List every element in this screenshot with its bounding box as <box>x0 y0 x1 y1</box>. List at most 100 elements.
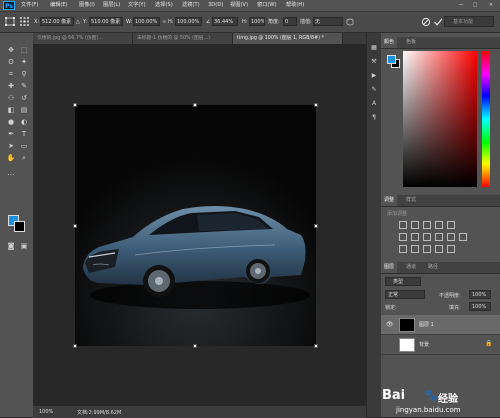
more-tools-icon[interactable]: … <box>5 168 17 178</box>
zoom-level[interactable]: 100% <box>39 409 53 415</box>
panel-foreground-swatch[interactable] <box>387 55 396 64</box>
transform-handle-right[interactable] <box>314 224 318 228</box>
transform-handle-top[interactable] <box>193 103 197 107</box>
menu-select[interactable]: 选择(S) <box>155 0 173 11</box>
warp-icon[interactable] <box>346 18 354 26</box>
threshold-icon[interactable] <box>423 245 431 253</box>
maximize-button[interactable]: □ <box>469 0 481 11</box>
gradient-tool-icon[interactable]: ▤ <box>18 105 30 115</box>
reference-point-icon[interactable] <box>20 17 29 26</box>
eraser-tool-icon[interactable]: ◧ <box>5 105 17 115</box>
menu-filter[interactable]: 滤镜(T) <box>182 0 200 11</box>
brush-tool-icon[interactable]: ✎ <box>18 81 30 91</box>
crop-tool-icon[interactable]: ⌗ <box>5 69 17 79</box>
levels-icon[interactable] <box>411 221 419 229</box>
menu-3d[interactable]: 3D(D) <box>208 0 223 11</box>
tab-color[interactable]: 颜色 <box>381 37 398 48</box>
history-brush-tool-icon[interactable]: ↺ <box>18 93 30 103</box>
paragraph-icon[interactable]: ¶ <box>369 113 379 122</box>
background-color-swatch[interactable] <box>14 221 25 232</box>
tab-paths[interactable]: 路径 <box>425 262 441 273</box>
black-white-icon[interactable] <box>423 233 431 241</box>
properties-icon[interactable]: ⚒ <box>369 57 379 66</box>
close-button[interactable]: ✕ <box>484 0 498 11</box>
v-skew-field[interactable]: 0 <box>283 17 297 26</box>
menu-file[interactable]: 文件(F) <box>21 0 38 11</box>
dodge-tool-icon[interactable]: ◐ <box>18 117 30 127</box>
tab-styles[interactable]: 样式 <box>403 195 419 206</box>
posterize-icon[interactable] <box>411 245 419 253</box>
blend-mode-select[interactable]: 正常 <box>385 290 425 299</box>
channel-mixer-icon[interactable] <box>447 233 455 241</box>
tab-document-1[interactable]: 仅楼的.jpg @ 66.7% (仿图)... <box>33 33 133 44</box>
layer-kind-filter[interactable]: 类型 <box>385 277 421 286</box>
eyedropper-tool-icon[interactable]: ⚲ <box>18 69 30 79</box>
transform-handle-bottom-right[interactable] <box>314 344 318 348</box>
x-field[interactable]: 512.00 像素 <box>40 17 74 26</box>
hue-slider[interactable] <box>482 51 490 187</box>
color-picker-field[interactable] <box>403 51 477 187</box>
selective-color-icon[interactable] <box>447 245 455 253</box>
tab-layers[interactable]: 图层 <box>381 262 398 273</box>
tab-channels[interactable]: 通道 <box>403 262 419 273</box>
commit-transform-icon[interactable] <box>433 17 443 27</box>
transform-handle-left[interactable] <box>73 224 77 228</box>
invert-icon[interactable] <box>399 245 407 253</box>
brightness-icon[interactable] <box>399 221 407 229</box>
workspace-select[interactable]: 基本功能 <box>444 16 494 27</box>
shape-tool-icon[interactable]: ▭ <box>18 141 30 151</box>
character-icon[interactable]: A <box>369 99 379 108</box>
layer-name[interactable]: 图层 1 <box>419 321 434 328</box>
fill-field[interactable]: 100% <box>469 302 491 311</box>
transform-handle-top-right[interactable] <box>314 103 318 107</box>
layer-row[interactable]: 背景 🔒 <box>381 335 500 355</box>
w-field[interactable]: 100.00% <box>133 17 160 26</box>
opacity-field[interactable]: 100% <box>469 290 491 299</box>
link-icon[interactable]: ∞ <box>162 18 166 26</box>
zoom-tool-icon[interactable]: ⌕ <box>18 153 30 163</box>
marquee-tool-icon[interactable]: ⬚ <box>18 45 30 55</box>
cancel-transform-icon[interactable] <box>421 17 431 27</box>
layer-name[interactable]: 背景 <box>419 341 429 348</box>
layer-row-active[interactable]: 👁 图层 1 <box>381 315 500 335</box>
menu-help[interactable]: 帮助(H) <box>286 0 304 11</box>
screen-mode-icon[interactable]: ▣ <box>18 241 30 251</box>
healing-tool-icon[interactable]: ✚ <box>5 81 17 91</box>
type-tool-icon[interactable]: T <box>18 129 30 139</box>
tab-document-active[interactable]: timg.jpg @ 100% (图层 1, RGB/8#) * <box>233 33 343 44</box>
curves-icon[interactable] <box>423 221 431 229</box>
actions-icon[interactable]: ▶ <box>369 71 379 80</box>
color-balance-icon[interactable] <box>411 233 419 241</box>
stamp-tool-icon[interactable]: ⚇ <box>5 93 17 103</box>
hand-tool-icon[interactable]: ✋ <box>5 153 17 163</box>
menu-layer[interactable]: 图层(L) <box>103 0 120 11</box>
menu-window[interactable]: 窗口(W) <box>257 0 277 11</box>
transform-handle-bottom-left[interactable] <box>73 344 77 348</box>
transform-handle-bottom[interactable] <box>193 344 197 348</box>
history-icon[interactable]: ▦ <box>369 43 379 52</box>
tab-document-2[interactable]: 未标题-1 仿楼的 @ 50% (图层...) <box>133 33 233 44</box>
path-select-tool-icon[interactable]: ➤ <box>5 141 17 151</box>
y-field[interactable]: 510.00 像素 <box>89 17 123 26</box>
h-field[interactable]: 100.00% <box>175 17 202 26</box>
eye-icon[interactable]: 👁 <box>386 321 394 328</box>
tab-adjustments[interactable]: 调整 <box>381 195 398 206</box>
exposure-icon[interactable] <box>435 221 443 229</box>
lasso-tool-icon[interactable]: ʘ <box>5 57 17 67</box>
move-tool-icon[interactable]: ✥ <box>5 45 17 55</box>
menu-view[interactable]: 视图(V) <box>230 0 248 11</box>
menu-edit[interactable]: 编辑(E) <box>50 0 68 11</box>
blur-tool-icon[interactable]: ● <box>5 117 17 127</box>
interp-select[interactable]: 无 <box>313 17 343 26</box>
menu-type[interactable]: 文字(Y) <box>128 0 146 11</box>
vibrance-icon[interactable] <box>447 221 455 229</box>
photo-filter-icon[interactable] <box>435 233 443 241</box>
angle-field[interactable]: 36.44% <box>212 17 238 26</box>
document-canvas[interactable] <box>75 105 316 346</box>
minimize-button[interactable]: — <box>455 0 467 11</box>
brush-preset-icon[interactable]: ✎ <box>369 85 379 94</box>
menu-image[interactable]: 图像(I) <box>79 0 95 11</box>
transform-handle-top-left[interactable] <box>73 103 77 107</box>
magic-wand-tool-icon[interactable]: ✦ <box>18 57 30 67</box>
quick-mask-icon[interactable]: ◙ <box>5 241 17 251</box>
